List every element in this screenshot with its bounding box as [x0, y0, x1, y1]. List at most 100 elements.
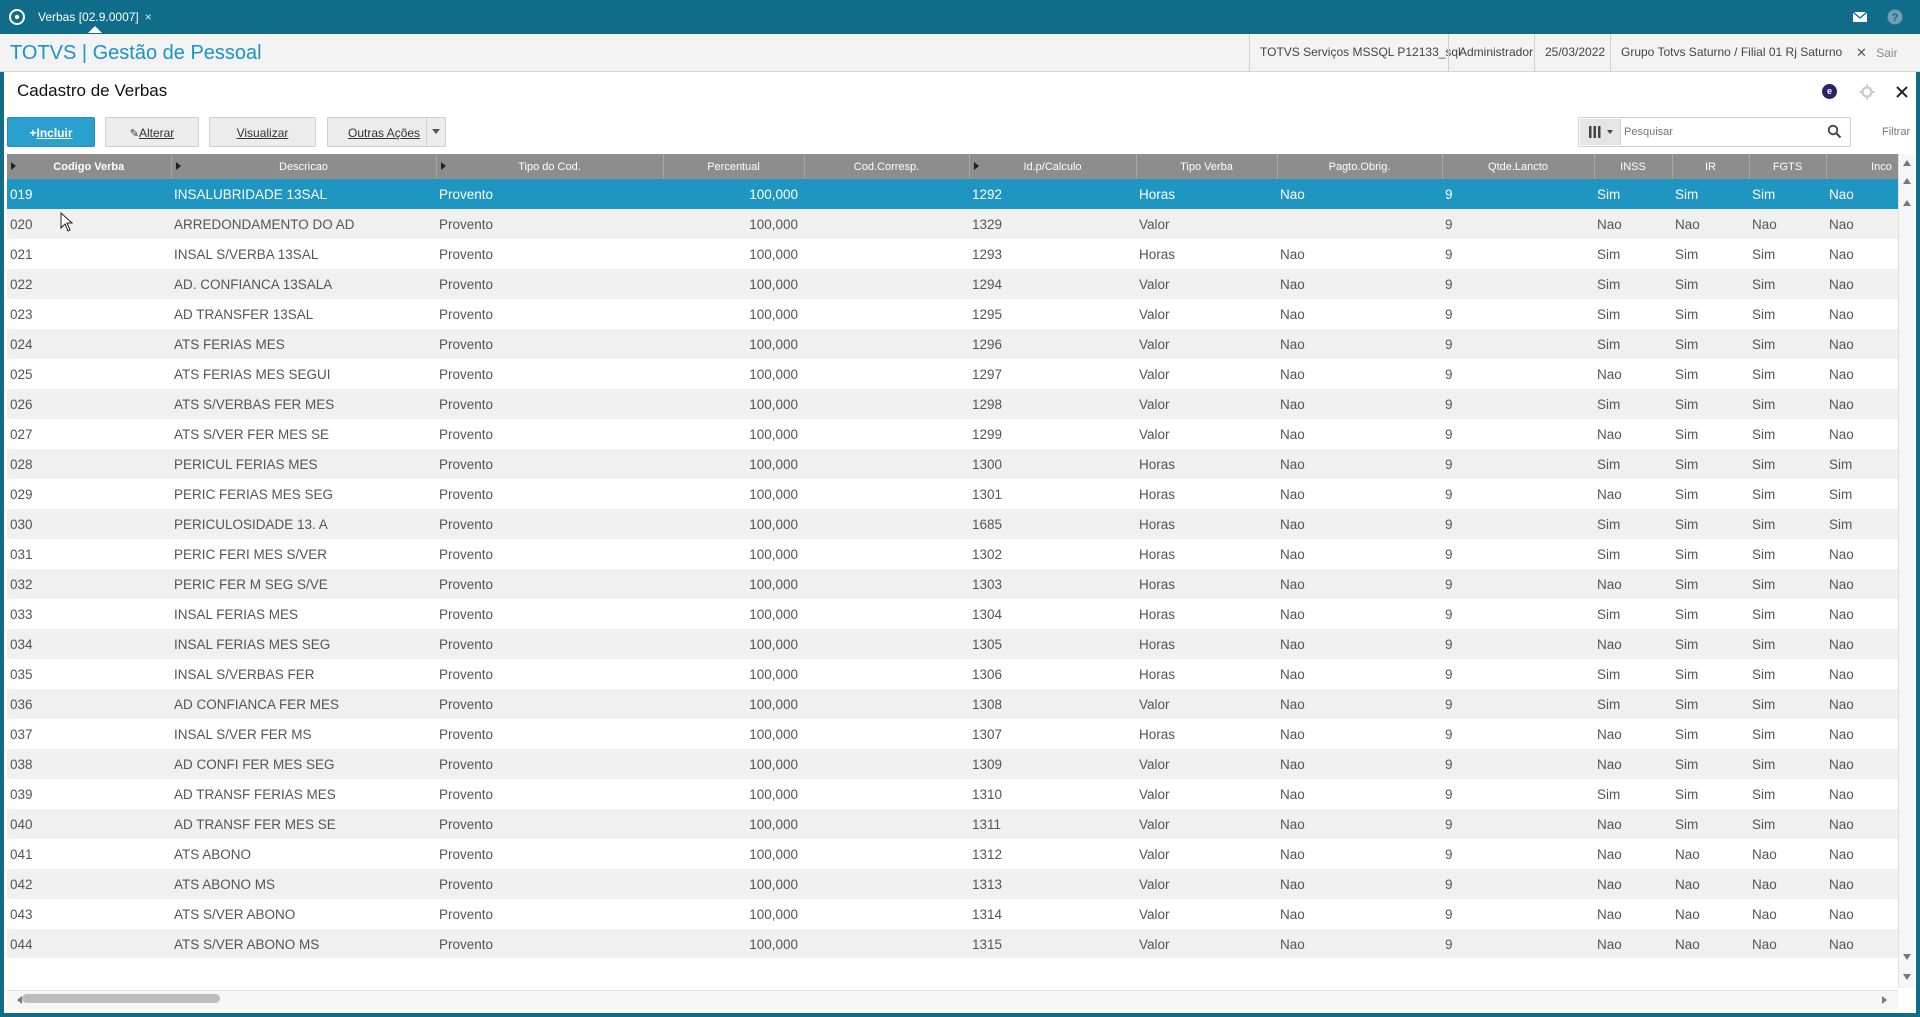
table-cell[interactable]: 1294	[969, 269, 1136, 299]
table-cell[interactable]: 1299	[969, 419, 1136, 449]
table-cell[interactable]: Sim	[1749, 269, 1826, 299]
table-cell[interactable]: 9	[1442, 629, 1594, 659]
table-cell[interactable]: 9	[1442, 329, 1594, 359]
table-cell[interactable]: Nao	[1277, 329, 1442, 359]
table-row[interactable]: 019 INSALUBRIDADE 13SAL Provento 100,000 129…	[7, 179, 1898, 209]
table-row[interactable]: 024 ATS FERIAS MES Provento 100,000 1296 Valo…	[7, 329, 1898, 359]
table-cell[interactable]: 022	[7, 269, 171, 299]
table-row[interactable]: 033 INSAL FERIAS MES Provento 100,000 1304 Ho…	[7, 599, 1898, 629]
table-cell[interactable]: Valor	[1136, 839, 1277, 869]
table-cell[interactable]: Sim	[1594, 329, 1672, 359]
incluir-button[interactable]: +Incluir	[7, 117, 95, 147]
table-cell[interactable]: Valor	[1136, 869, 1277, 899]
table-cell[interactable]: Valor	[1136, 779, 1277, 809]
table-cell[interactable]: Nao	[1277, 659, 1442, 689]
table-cell[interactable]: Nao	[1749, 209, 1826, 239]
table-cell[interactable]: Sim	[1749, 479, 1826, 509]
table-cell[interactable]: 9	[1442, 479, 1594, 509]
horizontal-scroll-thumb[interactable]	[22, 994, 220, 1003]
table-cell[interactable]: 100,000	[663, 839, 804, 869]
table-cell[interactable]: 9	[1442, 209, 1594, 239]
table-row[interactable]: 020 ARREDONDAMENTO DO AD Provento 100,000 13…	[7, 209, 1898, 239]
table-cell[interactable]: 027	[7, 419, 171, 449]
table-cell[interactable]	[804, 569, 969, 599]
table-cell[interactable]: Sim	[1749, 599, 1826, 629]
table-cell[interactable]: Sim	[1594, 779, 1672, 809]
column-header[interactable]: FGTS	[1749, 154, 1827, 179]
table-row[interactable]: 023 AD TRANSFER 13SAL Provento 100,000 1295 V…	[7, 299, 1898, 329]
table-cell[interactable]: 9	[1442, 779, 1594, 809]
table-row[interactable]: 044 ATS S/VER ABONO MS Provento 100,000 1315…	[7, 929, 1898, 958]
table-row[interactable]: 030 PERICULOSIDADE 13. A Provento 100,000 16…	[7, 509, 1898, 539]
table-cell[interactable]: Nao	[1749, 899, 1826, 929]
table-cell[interactable]: Sim	[1594, 239, 1672, 269]
table-cell[interactable]: PERIC FERIAS MES SEG	[171, 479, 436, 509]
table-cell[interactable]: Nao	[1826, 629, 1898, 659]
table-cell[interactable]: 100,000	[663, 899, 804, 929]
table-cell[interactable]: Valor	[1136, 929, 1277, 958]
table-cell[interactable]: Nao	[1826, 359, 1898, 389]
column-header[interactable]: INSS	[1594, 154, 1673, 179]
table-cell[interactable]: Nao	[1826, 719, 1898, 749]
table-cell[interactable]: Sim	[1672, 569, 1749, 599]
table-cell[interactable]: 1293	[969, 239, 1136, 269]
table-cell[interactable]: PERICUL FERIAS MES	[171, 449, 436, 479]
tab-close-icon[interactable]: ×	[145, 4, 152, 30]
table-cell[interactable]: Sim	[1672, 689, 1749, 719]
table-cell[interactable]: 1313	[969, 869, 1136, 899]
table-cell[interactable]: Sim	[1749, 179, 1826, 209]
scroll-up-icon[interactable]	[1903, 160, 1911, 166]
table-cell[interactable]: 030	[7, 509, 171, 539]
help-icon[interactable]: ?	[1887, 9, 1903, 25]
table-cell[interactable]: Valor	[1136, 809, 1277, 839]
table-cell[interactable]: Nao	[1277, 839, 1442, 869]
filtrar-link[interactable]: Filtrar	[1882, 117, 1910, 147]
table-cell[interactable]: 040	[7, 809, 171, 839]
table-row[interactable]: 025 ATS FERIAS MES SEGUI Provento 100,000 12…	[7, 359, 1898, 389]
table-cell[interactable]: Nao	[1826, 779, 1898, 809]
table-cell[interactable]	[1277, 209, 1442, 239]
table-row[interactable]: 029 PERIC FERIAS MES SEG Provento 100,000 13…	[7, 479, 1898, 509]
table-cell[interactable]: Nao	[1826, 809, 1898, 839]
table-cell[interactable]: AD. CONFIANCA 13SALA	[171, 269, 436, 299]
table-cell[interactable]: 9	[1442, 299, 1594, 329]
table-row[interactable]: 031 PERIC FERI MES S/VER Provento 100,000 13…	[7, 539, 1898, 569]
table-cell[interactable]: 9	[1442, 509, 1594, 539]
table-cell[interactable]: 9	[1442, 539, 1594, 569]
table-cell[interactable]: 9	[1442, 719, 1594, 749]
table-cell[interactable]: 1298	[969, 389, 1136, 419]
table-cell[interactable]: Valor	[1136, 389, 1277, 419]
table-cell[interactable]: 100,000	[663, 179, 804, 209]
table-cell[interactable]: Sim	[1749, 389, 1826, 419]
table-cell[interactable]: 1329	[969, 209, 1136, 239]
table-cell[interactable]: Sim	[1672, 299, 1749, 329]
vertical-scrollbar[interactable]	[1898, 154, 1915, 988]
table-cell[interactable]: Nao	[1672, 899, 1749, 929]
table-cell[interactable]: Nao	[1277, 749, 1442, 779]
table-cell[interactable]: Nao	[1277, 179, 1442, 209]
table-cell[interactable]: 9	[1442, 899, 1594, 929]
table-cell[interactable]: 100,000	[663, 329, 804, 359]
table-cell[interactable]: Horas	[1136, 629, 1277, 659]
table-cell[interactable]: Provento	[436, 719, 663, 749]
column-header[interactable]: Id.p/Calculo	[969, 154, 1137, 179]
table-cell[interactable]: Nao	[1594, 719, 1672, 749]
table-cell[interactable]: Provento	[436, 869, 663, 899]
table-cell[interactable]: Sim	[1672, 749, 1749, 779]
table-cell[interactable]: Sim	[1749, 539, 1826, 569]
table-cell[interactable]: 1309	[969, 749, 1136, 779]
table-cell[interactable]: Valor	[1136, 419, 1277, 449]
table-cell[interactable]: Nao	[1826, 389, 1898, 419]
table-cell[interactable]: Sim	[1672, 659, 1749, 689]
table-cell[interactable]: 9	[1442, 749, 1594, 779]
table-cell[interactable]: 100,000	[663, 239, 804, 269]
table-cell[interactable]	[804, 869, 969, 899]
scroll-page-up-icon[interactable]	[1903, 178, 1911, 184]
column-header[interactable]: IR	[1672, 154, 1750, 179]
table-cell[interactable]	[804, 329, 969, 359]
table-cell[interactable]	[804, 719, 969, 749]
table-cell[interactable]: 100,000	[663, 359, 804, 389]
table-cell[interactable]: Nao	[1594, 869, 1672, 899]
table-cell[interactable]: Sim	[1672, 779, 1749, 809]
table-cell[interactable]: Sim	[1749, 239, 1826, 269]
